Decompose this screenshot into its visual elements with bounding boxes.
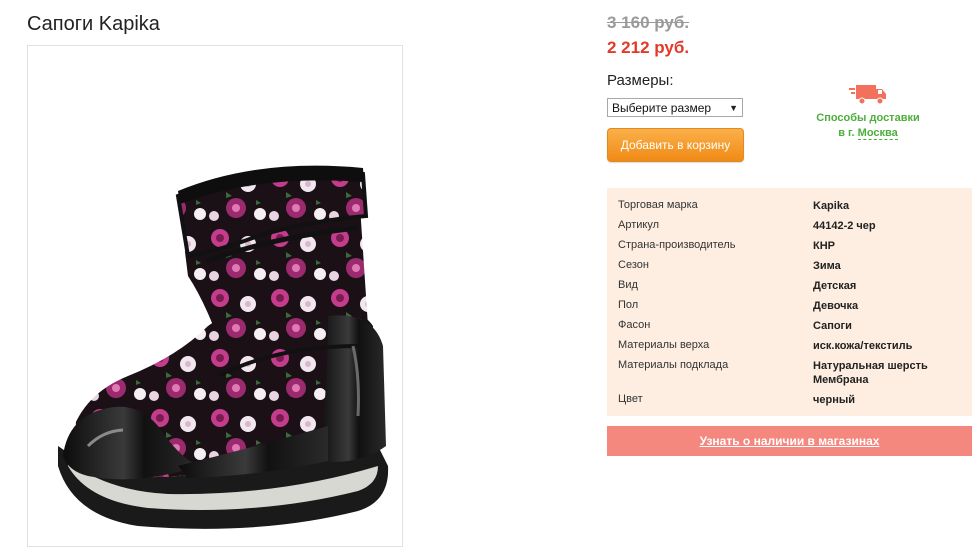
spec-value: КНР bbox=[813, 240, 835, 252]
spec-key: Материалы верха bbox=[618, 339, 710, 351]
spec-value: Девочка bbox=[813, 300, 859, 312]
product-image[interactable] bbox=[27, 45, 403, 547]
boot-illustration bbox=[58, 165, 389, 529]
check-availability-link[interactable]: Узнать о наличии в магазинах bbox=[700, 434, 880, 448]
size-select[interactable]: Выберите размер ▼ bbox=[607, 98, 743, 117]
spec-key: Фасон bbox=[618, 319, 651, 331]
spec-key: Пол bbox=[618, 299, 639, 311]
truck-icon bbox=[849, 85, 886, 105]
current-price: 2 212 руб. bbox=[607, 38, 690, 57]
spec-key: Страна-производитель bbox=[618, 239, 736, 251]
spec-key: Торговая марка bbox=[618, 199, 698, 211]
spec-value: Детская bbox=[813, 280, 857, 292]
spec-key: Сезон bbox=[618, 259, 649, 271]
size-select-value: Выберите размер bbox=[612, 100, 712, 115]
spec-key: Цвет bbox=[618, 393, 643, 405]
delivery-methods-link[interactable]: Способы доставки bbox=[805, 112, 931, 124]
spec-key: Материалы подклада bbox=[618, 359, 729, 371]
delivery-city-prefix: в г. bbox=[838, 127, 858, 139]
product-title: Сапоги Kapika bbox=[27, 13, 160, 35]
spec-value: Kapika bbox=[813, 200, 850, 212]
delivery-info: Способы доставки в г. Москва bbox=[805, 82, 931, 140]
dropdown-arrow-icon: ▼ bbox=[729, 102, 738, 113]
spec-key: Вид bbox=[618, 279, 638, 291]
old-price: 3 160 руб. bbox=[607, 13, 690, 32]
spec-value: черный bbox=[813, 394, 856, 406]
specs-table: Торговая марка Kapika Артикул 44142-2 че… bbox=[607, 188, 972, 416]
spec-value: Натуральная шерсть Мембрана bbox=[813, 359, 928, 387]
add-to-cart-button[interactable]: Добавить в корзину bbox=[607, 128, 744, 162]
delivery-city-line: в г. Москва bbox=[805, 127, 931, 140]
spec-key: Артикул bbox=[618, 219, 660, 231]
check-availability-button[interactable]: Узнать о наличии в магазинах bbox=[607, 426, 972, 456]
spec-value: Зима bbox=[813, 260, 841, 272]
sizes-label: Размеры: bbox=[607, 72, 674, 89]
spec-value: 44142-2 чер bbox=[813, 220, 876, 232]
spec-value-line: Мембрана bbox=[813, 374, 869, 386]
delivery-city-link[interactable]: Москва bbox=[857, 127, 898, 140]
spec-value-line: Натуральная шерсть bbox=[813, 360, 928, 372]
spec-value: Сапоги bbox=[813, 320, 852, 332]
spec-value: иск.кожа/текстиль bbox=[813, 340, 913, 352]
